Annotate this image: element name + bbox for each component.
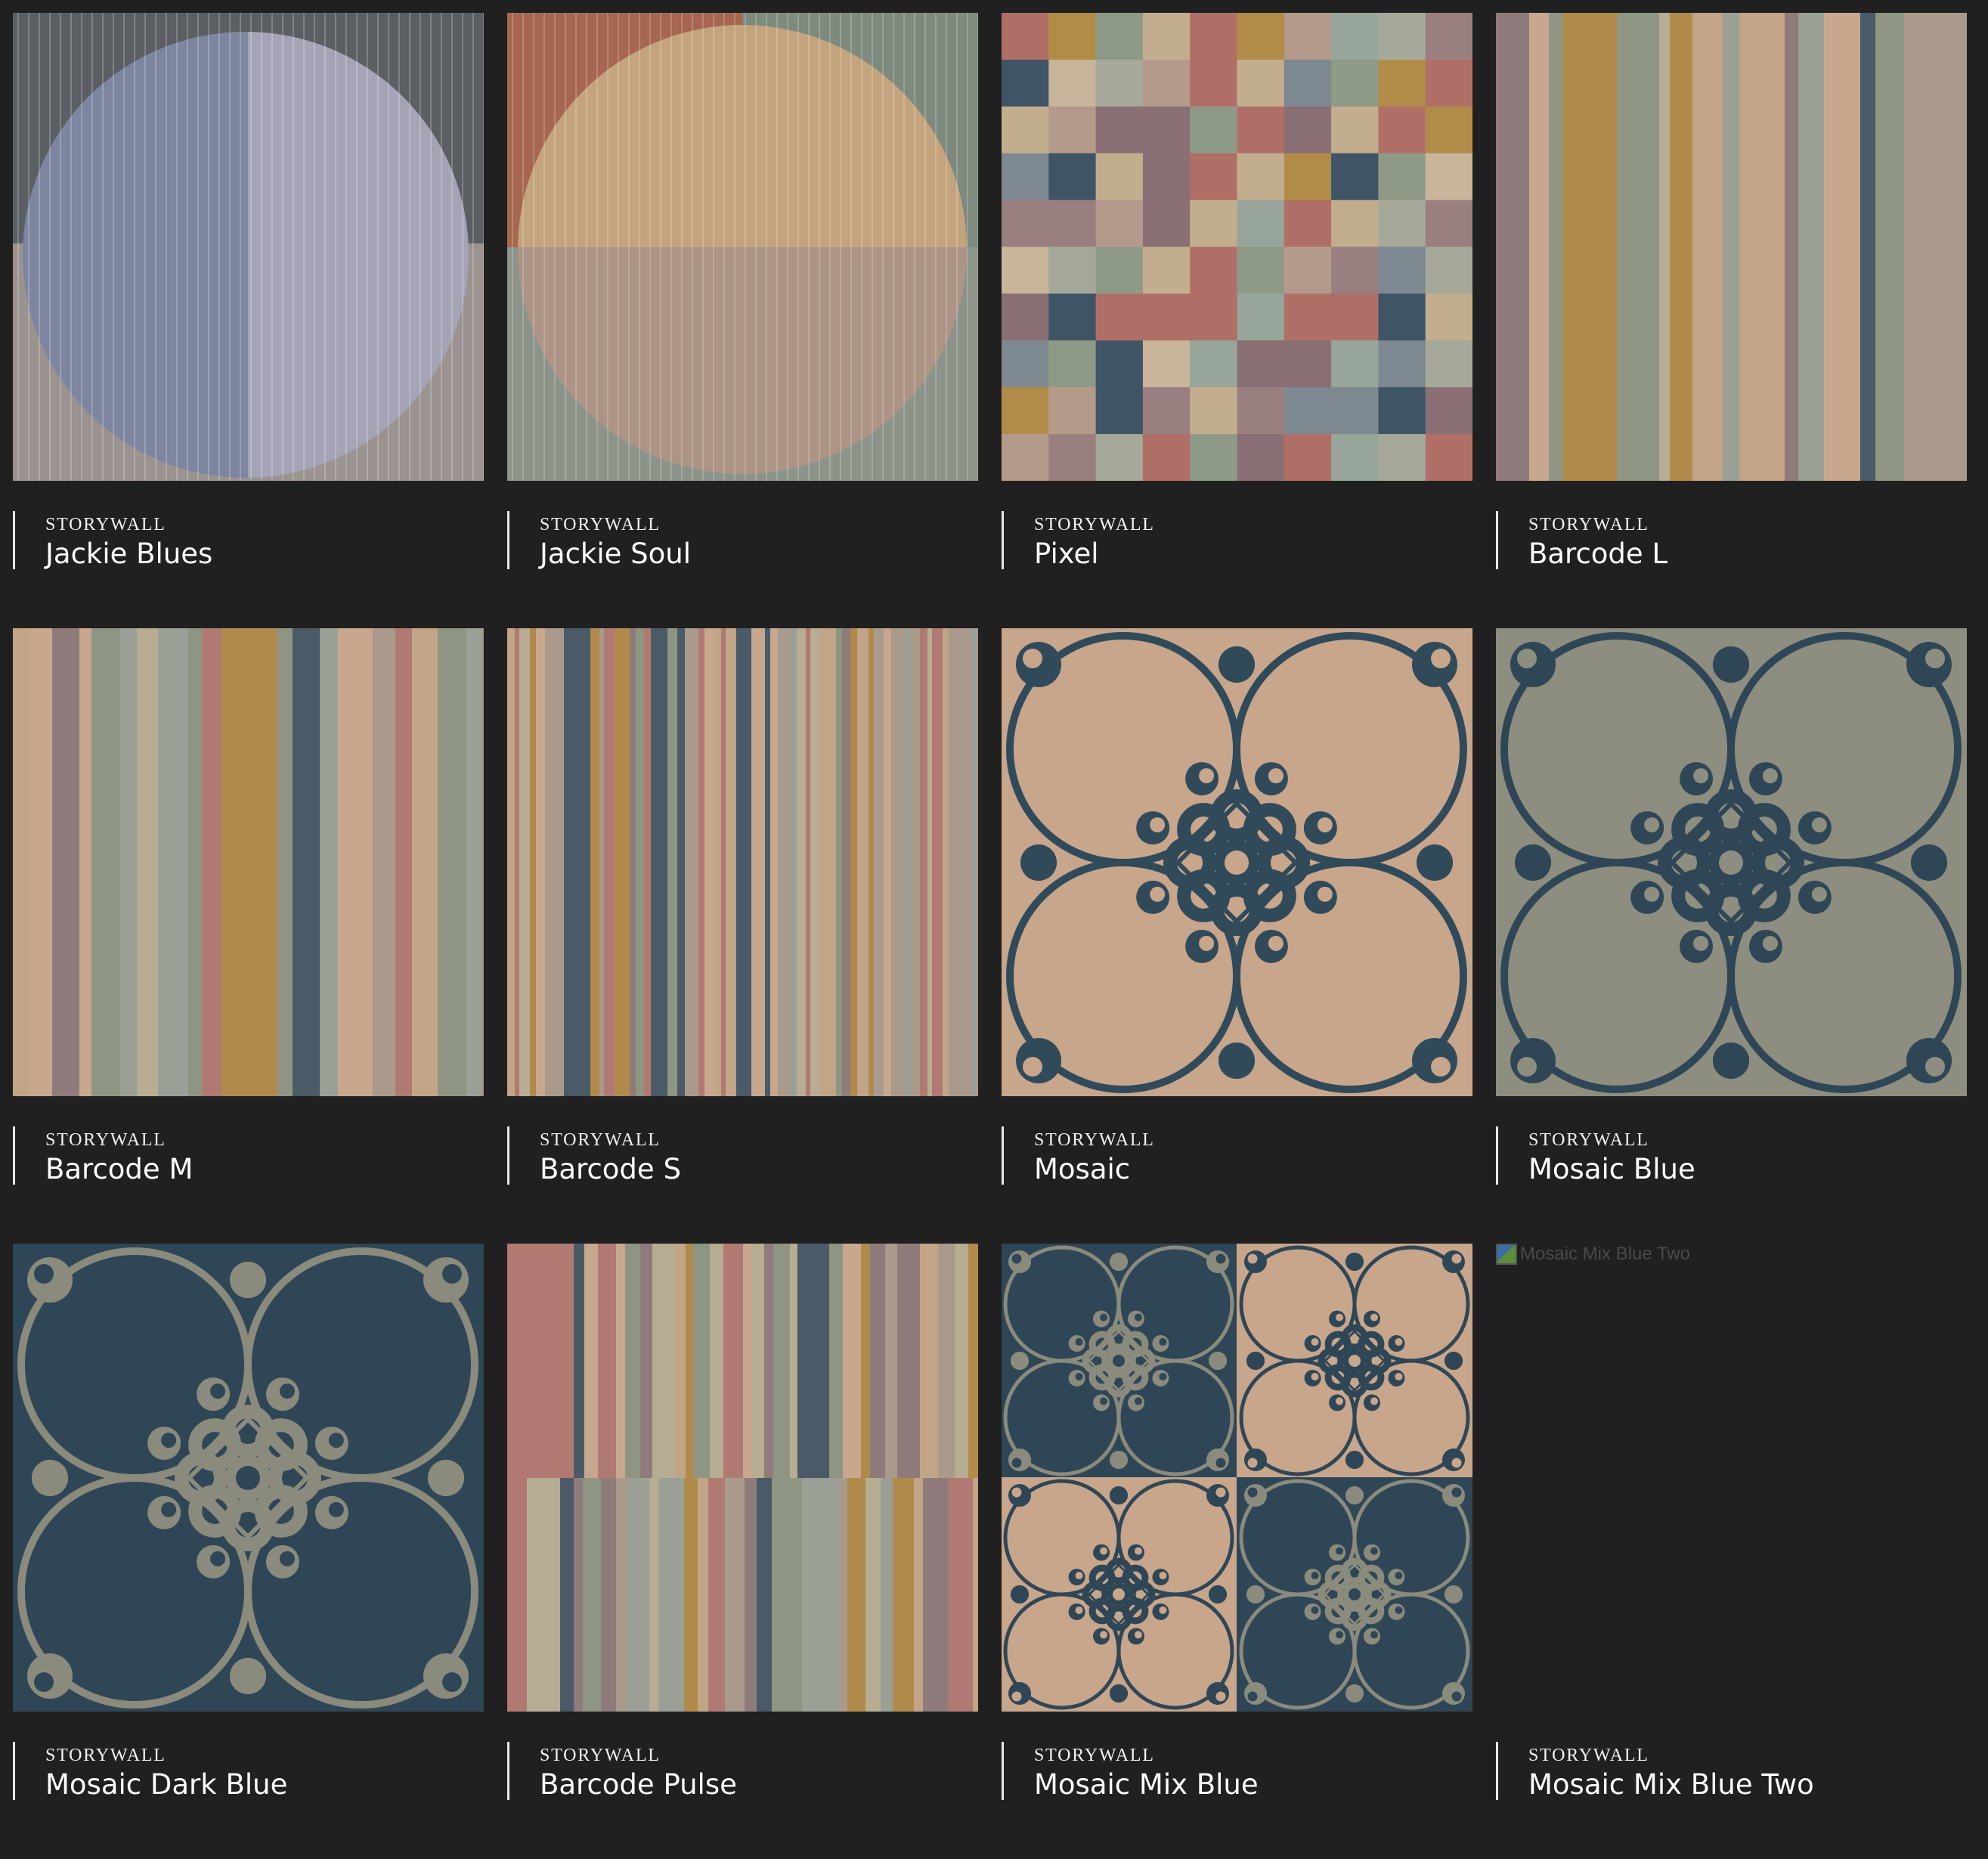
broken-image-placeholder: Mosaic Mix Blue Two [1496, 1244, 1690, 1265]
tile-card[interactable]: STORYWALL Jackie Blues [13, 13, 484, 628]
tile-caption: STORYWALL Pixel [1002, 511, 1155, 571]
tile-card[interactable]: STORYWALL Mosaic Blue [1496, 628, 1967, 1244]
image-alt-text: Mosaic Mix Blue Two [1520, 1244, 1690, 1264]
product-name[interactable]: Jackie Blues [45, 538, 212, 571]
product-name[interactable]: Barcode M [45, 1153, 193, 1186]
tile-caption: STORYWALL Barcode Pulse [507, 1742, 737, 1802]
product-name[interactable]: Barcode Pulse [540, 1768, 737, 1802]
broken-image-icon [1496, 1244, 1517, 1265]
tile-caption: STORYWALL Mosaic Blue [1496, 1126, 1695, 1185]
product-name[interactable]: Barcode L [1528, 538, 1668, 571]
product-name[interactable]: Jackie Soul [540, 538, 691, 571]
product-name[interactable]: Mosaic Mix Blue Two [1528, 1768, 1814, 1802]
tile-image[interactable] [13, 13, 484, 481]
tile-image[interactable] [13, 1244, 484, 1712]
tile-card[interactable]: STORYWALL Barcode M [13, 628, 484, 1244]
tile-card[interactable]: STORYWALL Pixel [1002, 13, 1472, 628]
tile-image[interactable] [1002, 13, 1472, 481]
brand-label: STORYWALL [45, 1130, 166, 1150]
brand-label: STORYWALL [540, 515, 661, 534]
brand-label: STORYWALL [540, 1746, 661, 1765]
tile-caption: STORYWALL Mosaic Mix Blue Two [1496, 1742, 1814, 1802]
tile-card[interactable]: STORYWALL Barcode L [1496, 13, 1967, 628]
brand-label: STORYWALL [1528, 1746, 1649, 1765]
tile-card[interactable]: STORYWALL Mosaic [1002, 628, 1472, 1244]
tile-image[interactable] [1496, 628, 1967, 1096]
product-name[interactable]: Mosaic [1034, 1153, 1155, 1186]
tile-card[interactable]: STORYWALL Barcode Pulse [507, 1244, 978, 1859]
product-name[interactable]: Mosaic Mix Blue [1034, 1768, 1259, 1802]
brand-label: STORYWALL [1034, 1746, 1155, 1765]
tile-card[interactable]: STORYWALL Mosaic Dark Blue [13, 1244, 484, 1859]
brand-label: STORYWALL [45, 515, 166, 534]
tile-caption: STORYWALL Jackie Blues [13, 511, 212, 571]
tile-caption: STORYWALL Barcode L [1496, 511, 1668, 571]
tile-caption: STORYWALL Mosaic Mix Blue [1002, 1742, 1259, 1802]
tile-image[interactable] [507, 1244, 978, 1712]
tile-card[interactable]: STORYWALL Mosaic Mix Blue [1002, 1244, 1472, 1859]
tile-caption: STORYWALL Jackie Soul [507, 511, 691, 571]
tile-card[interactable]: STORYWALL Jackie Soul [507, 13, 978, 628]
tile-caption: STORYWALL Mosaic [1002, 1126, 1155, 1185]
product-name[interactable]: Pixel [1034, 538, 1155, 571]
brand-label: STORYWALL [1528, 1130, 1649, 1150]
tile-card[interactable]: STORYWALL Barcode S [507, 628, 978, 1244]
tile-image[interactable] [1496, 13, 1967, 481]
tile-image[interactable] [507, 628, 978, 1096]
product-name[interactable]: Mosaic Dark Blue [45, 1768, 287, 1802]
brand-label: STORYWALL [1034, 1130, 1155, 1150]
product-grid: STORYWALL Jackie Blues STORYWALL Jackie … [13, 13, 1967, 1859]
tile-card[interactable]: Mosaic Mix Blue Two STORYWALL Mosaic Mix… [1496, 1244, 1967, 1859]
product-name[interactable]: Mosaic Blue [1528, 1153, 1695, 1186]
tile-caption: STORYWALL Barcode M [13, 1126, 193, 1185]
tile-image[interactable] [1002, 628, 1472, 1096]
tile-image[interactable] [1002, 1244, 1472, 1712]
tile-image[interactable]: Mosaic Mix Blue Two [1496, 1244, 1967, 1712]
tile-caption: STORYWALL Mosaic Dark Blue [13, 1742, 287, 1802]
brand-label: STORYWALL [540, 1130, 661, 1150]
tile-image[interactable] [507, 13, 978, 481]
tile-image[interactable] [13, 628, 484, 1096]
tile-caption: STORYWALL Barcode S [507, 1126, 681, 1185]
brand-label: STORYWALL [45, 1746, 166, 1765]
brand-label: STORYWALL [1528, 515, 1649, 534]
brand-label: STORYWALL [1034, 515, 1155, 534]
product-name[interactable]: Barcode S [540, 1153, 681, 1186]
